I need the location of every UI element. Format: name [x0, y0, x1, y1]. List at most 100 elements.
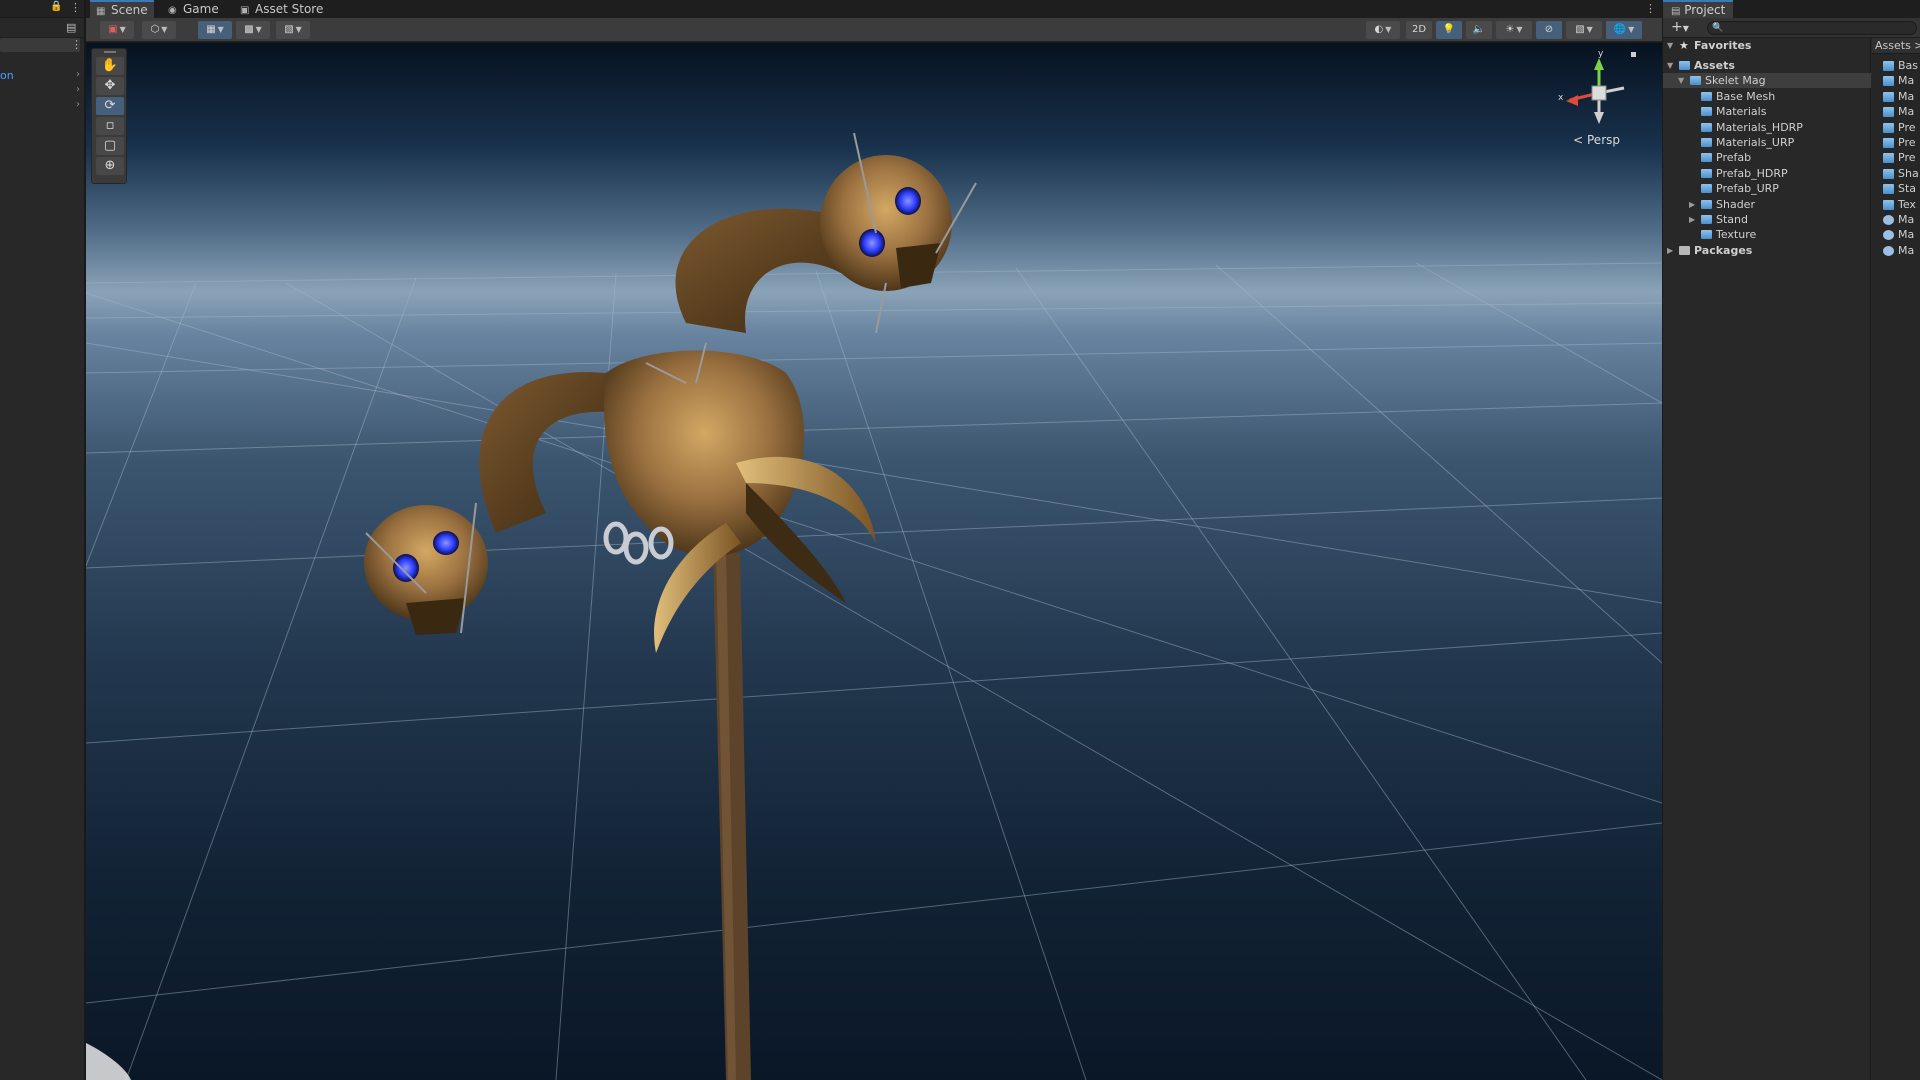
tab-game-label: Game — [183, 2, 219, 16]
folder-icon — [1690, 76, 1701, 86]
asset-item[interactable]: Tex — [1872, 197, 1920, 212]
mode-2d-button[interactable]: 2D — [1406, 21, 1432, 39]
gizmos-dropdown[interactable]: 🌐 ▼ — [1606, 21, 1642, 39]
chevron-down-icon[interactable]: ▼ — [1667, 58, 1673, 73]
perspective-toggle[interactable]: < Persp — [1573, 133, 1620, 147]
asset-item[interactable]: Pre — [1872, 135, 1920, 150]
tree-item[interactable]: Prefab_HDRP — [1663, 166, 1871, 181]
drag-handle[interactable] — [104, 51, 116, 53]
asset-item[interactable]: Ma — [1872, 243, 1920, 258]
tree-item[interactable]: Base Mesh — [1663, 89, 1871, 104]
hierarchy-item[interactable]: › — [0, 83, 85, 98]
asset-item[interactable]: Ma — [1872, 227, 1920, 242]
tree-item[interactable]: Prefab — [1663, 150, 1871, 165]
move-tool-button[interactable]: ✥ — [96, 77, 124, 95]
project-search-input[interactable]: 🔍 — [1707, 21, 1917, 35]
perspective-label: Persp — [1587, 133, 1620, 147]
chevron-right-icon[interactable]: ▶ — [1667, 243, 1673, 258]
chevron-right-icon[interactable]: › — [76, 99, 80, 110]
asset-item[interactable]: Ma — [1872, 89, 1920, 104]
sphere-icon: ◐ — [1374, 24, 1384, 35]
tree-item[interactable]: Materials_URP — [1663, 135, 1871, 150]
chevron-down-icon[interactable]: ▼ — [1678, 73, 1684, 88]
rotate-tool-button[interactable]: ⟳ — [96, 97, 124, 115]
asset-item[interactable]: Ma — [1872, 104, 1920, 119]
asset-item[interactable]: Ma — [1872, 73, 1920, 88]
folder-icon — [1883, 184, 1894, 195]
tree-item[interactable]: ▶ Packages — [1663, 243, 1871, 258]
increment-snap-icon: ▩ — [244, 24, 254, 35]
lighting-toggle[interactable]: 💡 — [1436, 21, 1462, 39]
effects-dropdown[interactable]: ☀ ▼ — [1496, 21, 1532, 39]
rect-icon: ▢ — [103, 138, 117, 153]
tree-item[interactable]: ▶ Stand — [1663, 212, 1871, 227]
asset-item[interactable]: Ma — [1872, 212, 1920, 227]
transform-tool-button[interactable]: ⊕ — [96, 157, 124, 175]
hand-tool-button[interactable]: ✋ — [96, 57, 124, 75]
tree-item[interactable]: Prefab_URP — [1663, 181, 1871, 196]
draw-mode-dropdown[interactable]: ▣ ▼ — [100, 21, 134, 39]
visibility-toggle[interactable]: ⊘ — [1536, 21, 1562, 39]
kebab-menu-icon[interactable]: ⋮ — [1645, 2, 1656, 15]
render-mode-dropdown[interactable]: ◐ ▼ — [1366, 21, 1400, 39]
hierarchy-menu-icon[interactable]: ⋮ — [71, 38, 82, 51]
ruler-dropdown[interactable]: ▧ ▼ — [276, 21, 310, 39]
tab-scene[interactable]: ▦ Scene — [90, 0, 154, 18]
asset-item[interactable]: Pre — [1872, 150, 1920, 165]
asset-item[interactable]: Pre — [1872, 120, 1920, 135]
folder-icon — [1701, 199, 1712, 209]
chevron-down-icon[interactable]: ▼ — [1667, 38, 1673, 53]
scale-tool-button[interactable]: ▫ — [96, 117, 124, 135]
camera-dropdown[interactable]: ▧ ▼ — [1566, 21, 1602, 39]
globe-icon: 🌐 — [1613, 24, 1627, 35]
hierarchy-item[interactable]: › — [0, 98, 85, 113]
audio-toggle[interactable]: 🔈 — [1466, 21, 1492, 39]
asset-breadcrumb[interactable]: Assets > — [1872, 38, 1920, 54]
tree-item[interactable]: ▼ ★ Favorites — [1663, 38, 1871, 53]
effects-icon: ☀ — [1505, 24, 1515, 35]
scene-viewport[interactable]: ✋ ✥ ⟳ ▫ ▢ ⊕ y x < Persp — [86, 43, 1662, 1080]
tree-item[interactable]: ▼ Assets — [1663, 58, 1871, 73]
gizmo-x-label: x — [1558, 93, 1564, 103]
tree-item[interactable]: ▶ Shader — [1663, 197, 1871, 212]
tree-item[interactable]: Materials — [1663, 104, 1871, 119]
hierarchy-tabbar: 🔒 ⋮ — [0, 0, 84, 18]
left-horn — [479, 372, 621, 533]
collab-icon[interactable]: ▤ — [66, 21, 76, 34]
chevron-right-icon[interactable]: ▶ — [1689, 212, 1695, 227]
increment-snap-dropdown[interactable]: ▩ ▼ — [236, 21, 270, 39]
chevron-right-icon[interactable]: › — [76, 84, 80, 95]
left-skull — [364, 502, 488, 635]
chevron-right-icon[interactable]: ▶ — [1689, 197, 1695, 212]
hierarchy-toolbar: ▤ — [0, 18, 84, 38]
add-button[interactable]: +▼ — [1671, 19, 1689, 35]
tree-item[interactable]: ▼ Skelet Mag — [1663, 73, 1871, 89]
scale-icon: ▫ — [105, 118, 115, 133]
hierarchy-item[interactable]: on › — [0, 68, 85, 83]
tree-item-label: Prefab_URP — [1716, 182, 1779, 196]
hierarchy-search-input[interactable] — [0, 38, 80, 52]
chevron-right-icon[interactable]: › — [76, 69, 80, 80]
tab-asset-store[interactable]: ▣ Asset Store — [234, 0, 329, 18]
orientation-gizmo[interactable]: y x — [1554, 48, 1644, 138]
hierarchy-panel: 🔒 ⋮ ▤ ⋮ on › › › — [0, 0, 85, 1080]
folder-icon — [1883, 138, 1894, 148]
tab-project[interactable]: ▤ Project — [1663, 0, 1734, 18]
cube-icon: ⬡ — [150, 24, 160, 35]
asset-item[interactable]: Sha — [1872, 166, 1920, 181]
kebab-menu-icon[interactable]: ⋮ — [70, 1, 81, 14]
tree-item-label: Favorites — [1694, 39, 1752, 52]
tree-item[interactable]: Texture — [1663, 227, 1871, 242]
rect-tool-button[interactable]: ▢ — [96, 137, 124, 155]
tab-project-label: Project — [1684, 3, 1726, 17]
shading-dropdown[interactable]: ⬡ ▼ — [142, 21, 176, 39]
tab-game[interactable]: ◉ Game — [162, 0, 225, 18]
asset-item[interactable]: Bas — [1872, 58, 1920, 73]
asset-item-label: Pre — [1898, 120, 1916, 134]
lock-icon[interactable]: 🔒 — [50, 1, 62, 12]
asset-item[interactable]: Sta — [1872, 181, 1920, 196]
tree-item[interactable]: Materials_HDRP — [1663, 120, 1871, 135]
folder-icon — [1883, 91, 1894, 102]
move-icon: ✥ — [104, 78, 116, 93]
grid-snap-dropdown[interactable]: ▦ ▼ — [198, 21, 232, 39]
